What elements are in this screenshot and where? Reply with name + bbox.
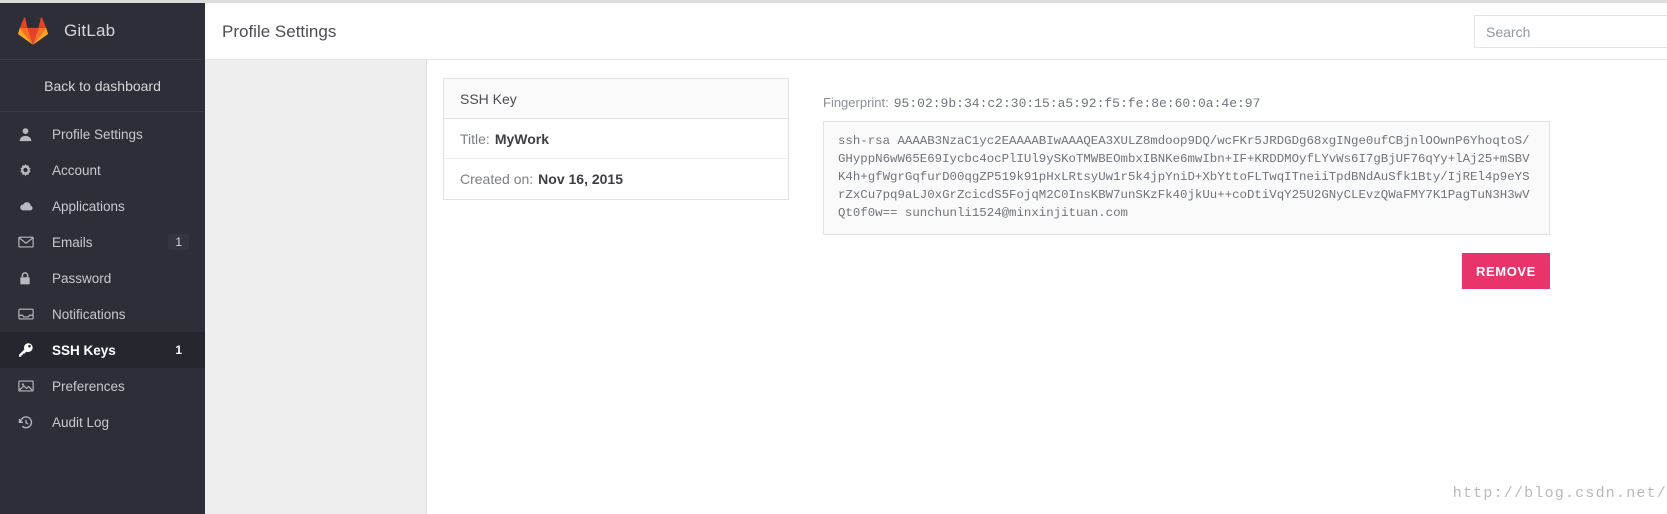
ssh-key-card-heading: SSH Key [444, 79, 788, 119]
cloud-icon [18, 199, 38, 214]
sidebar-badge-emails: 1 [168, 234, 189, 250]
sidebar-item-preferences[interactable]: Preferences [0, 368, 205, 404]
fingerprint-label: Fingerprint: [823, 95, 889, 110]
envelope-icon [18, 235, 38, 249]
user-icon [18, 127, 38, 142]
brand-name: GitLab [64, 21, 116, 40]
sidebar-item-label: Profile Settings [52, 126, 143, 142]
content-gutter [205, 60, 427, 514]
sidebar-item-label: Preferences [52, 378, 125, 394]
gear-icon [18, 163, 38, 178]
watermark-text: http://blog.csdn.net/ [1452, 485, 1667, 502]
sidebar-item-label: Password [52, 270, 112, 286]
ssh-key-title-value: MyWork [494, 130, 550, 147]
sidebar-item-emails[interactable]: Emails 1 [0, 224, 205, 260]
lock-icon [18, 271, 38, 286]
sidebar-item-label: Account [52, 162, 101, 178]
ssh-key-info-card: SSH Key Title: MyWork Created on: Nov 16… [443, 78, 789, 200]
page-body: SSH Key Title: MyWork Created on: Nov 16… [205, 60, 1667, 514]
search-box[interactable] [1474, 15, 1667, 48]
sidebar-item-profile-settings[interactable]: Profile Settings [0, 116, 205, 152]
sidebar-item-label: Emails [52, 234, 93, 250]
fingerprint-line: Fingerprint: 95:02:9b:34:c2:30:15:a5:92:f… [823, 95, 1260, 111]
sidebar-item-applications[interactable]: Applications [0, 188, 205, 224]
sidebar-item-label: Audit Log [52, 414, 110, 430]
sidebar: GitLab Back to dashboard Profile Setting… [0, 3, 205, 514]
sidebar-item-password[interactable]: Password [0, 260, 205, 296]
sidebar-nav: Profile Settings Account Applications Em… [0, 112, 205, 440]
ssh-key-created-value: Nov 16, 2015 [538, 171, 624, 187]
sidebar-item-label: Applications [52, 198, 125, 214]
page-header: Profile Settings [205, 3, 1667, 60]
sidebar-item-ssh-keys[interactable]: SSH Keys 1 [0, 332, 205, 368]
sidebar-item-notifications[interactable]: Notifications [0, 296, 205, 332]
search-input[interactable] [1475, 16, 1667, 47]
ssh-public-key-text[interactable]: ssh-rsa AAAAB3NzaC1yc2EAAAABIwAAAQEA3XUL… [823, 121, 1550, 235]
remove-ssh-key-button[interactable]: REMOVE [1462, 253, 1550, 289]
back-to-dashboard-label: Back to dashboard [44, 77, 161, 94]
page-title: Profile Settings [222, 22, 337, 41]
inbox-icon [18, 307, 38, 321]
sidebar-item-label: SSH Keys [52, 342, 116, 358]
sidebar-item-label: Notifications [52, 306, 126, 322]
key-icon [18, 342, 38, 358]
history-clock-icon [18, 415, 38, 430]
ssh-key-title-row: Title: MyWork [444, 119, 788, 159]
gitlab-fox-logo-icon [18, 16, 48, 46]
brand-header[interactable]: GitLab [0, 3, 205, 60]
ssh-key-title-label: Title: [460, 130, 490, 147]
image-icon [18, 379, 38, 393]
sidebar-item-audit-log[interactable]: Audit Log [0, 404, 205, 440]
sidebar-item-account[interactable]: Account [0, 152, 205, 188]
ssh-key-created-row: Created on: Nov 16, 2015 [444, 159, 788, 199]
gitlab-profile-settings-page: GitLab Back to dashboard Profile Setting… [0, 0, 1667, 514]
fingerprint-value: 95:02:9b:34:c2:30:15:a5:92:f5:fe:8e:60:0… [893, 96, 1261, 111]
sidebar-badge-ssh-keys: 1 [175, 343, 182, 357]
back-to-dashboard-link[interactable]: Back to dashboard [0, 60, 205, 112]
ssh-key-created-label: Created on: [460, 171, 534, 187]
